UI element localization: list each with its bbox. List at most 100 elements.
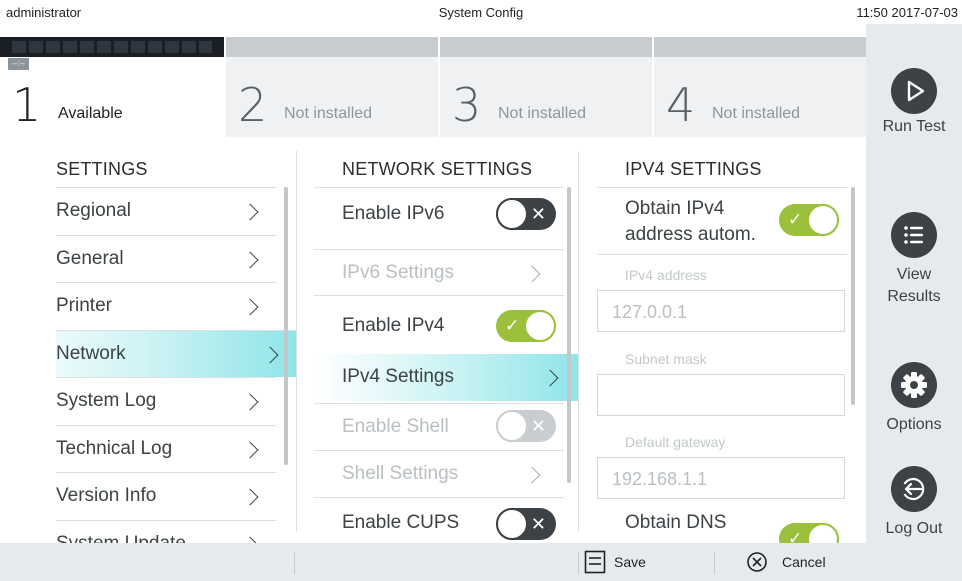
bar-divider	[714, 552, 715, 574]
options-label: Options	[886, 416, 942, 433]
x-icon: ✕	[530, 416, 546, 436]
shell-settings-row: Shell Settings	[314, 450, 564, 497]
view-results-button[interactable]: View Results	[866, 212, 962, 308]
module-tab-3[interactable]: 3 Not installed	[440, 37, 652, 137]
network-settings-heading: NETWORK SETTINGS	[342, 159, 533, 179]
checkmark-icon: ✓	[788, 529, 803, 543]
chevron-right-icon	[541, 369, 559, 387]
module-tab-2[interactable]: 2 Not installed	[226, 37, 438, 137]
module-status-band	[0, 37, 224, 57]
module-tab-4[interactable]: 4 Not installed	[654, 37, 866, 137]
run-test-button[interactable]: Run Test	[866, 68, 962, 138]
subnet-mask-label: Subnet mask	[625, 351, 707, 367]
view-label: View	[896, 266, 932, 283]
ipv4-address-value: 127.0.0.1	[612, 302, 688, 322]
module-number: 2	[238, 78, 268, 132]
enable-shell-label: Enable Shell	[342, 416, 449, 437]
ipv4-settings-panel: IPV4 SETTINGS Obtain IPv4 address autom. …	[597, 137, 866, 543]
column-divider	[296, 151, 297, 531]
chevron-right-icon	[261, 346, 279, 364]
chevron-right-icon	[241, 441, 259, 459]
enable-shell-toggle: ✕	[496, 410, 556, 442]
module-timer: --:--	[8, 58, 29, 70]
enable-ipv4-toggle[interactable]: ✓	[496, 310, 556, 342]
shell-settings-label: Shell Settings	[342, 463, 459, 484]
ipv4-address-label: IPv4 address	[625, 267, 707, 283]
obtain-dns-label: Obtain DNS	[625, 512, 727, 533]
bottom-action-bar: Save Cancel	[0, 543, 866, 581]
settings-item-version-info[interactable]: Version Info	[56, 472, 276, 519]
module-status-band	[440, 37, 652, 57]
settings-item-system-log[interactable]: System Log	[56, 377, 276, 424]
settings-item-label: Regional	[56, 200, 131, 221]
action-sidebar: Run Test View Results Options Log Out	[866, 24, 962, 581]
enable-cups-label: Enable CUPS	[342, 512, 460, 533]
settings-item-system-update[interactable]: System Update	[56, 520, 276, 543]
list-icon	[891, 212, 937, 258]
chevron-right-icon	[241, 488, 259, 506]
chevron-right-icon	[241, 203, 259, 221]
default-gateway-field: 192.168.1.1	[597, 457, 845, 499]
settings-item-label: Printer	[56, 295, 112, 316]
settings-item-label: Network	[56, 343, 126, 364]
bar-divider	[294, 552, 295, 574]
module-tab-1[interactable]: --:-- 1 Available	[0, 37, 224, 137]
ipv6-settings-row: IPv6 Settings	[314, 249, 564, 296]
cancel-label: Cancel	[782, 554, 826, 570]
ipv4-address-field: 127.0.0.1	[597, 290, 845, 332]
module-tabs: --:-- 1 Available 2 Not installed 3 Not …	[0, 37, 866, 137]
settings-menu: SETTINGS Regional General Printer Networ…	[56, 137, 296, 543]
gear-icon	[891, 362, 937, 408]
chevron-right-icon	[241, 251, 259, 269]
obtain-ipv4-auto-label: Obtain IPv4 address autom.	[625, 198, 756, 245]
module-status-label: Not installed	[712, 105, 801, 122]
settings-item-printer[interactable]: Printer	[56, 282, 276, 329]
settings-item-general[interactable]: General	[56, 235, 276, 282]
settings-panel: SETTINGS Regional General Printer Networ…	[0, 137, 866, 543]
enable-ipv6-toggle[interactable]: ✕	[496, 198, 556, 230]
chevron-right-icon	[241, 393, 259, 411]
x-icon: ✕	[530, 204, 546, 224]
obtain-dns-row[interactable]: Obtain DNS ✓	[597, 501, 847, 543]
bar-divider	[578, 552, 579, 574]
enable-ipv4-label: Enable IPv4	[342, 315, 445, 336]
chevron-right-icon	[241, 298, 259, 316]
settings-scrollbar[interactable]	[284, 187, 288, 465]
module-number: 3	[452, 78, 482, 132]
clock: 11:50 2017-07-03	[856, 5, 958, 20]
enable-ipv6-row[interactable]: Enable IPv6 ✕	[314, 187, 564, 234]
ipv4-scrollbar[interactable]	[851, 187, 855, 405]
settings-item-label: General	[56, 248, 124, 269]
cancel-button[interactable]: Cancel	[746, 543, 856, 581]
subnet-mask-field	[597, 374, 845, 416]
checkmark-icon: ✓	[505, 316, 520, 335]
module-status-label: Available	[58, 105, 123, 122]
checkmark-icon: ✓	[788, 210, 803, 229]
network-settings-menu: NETWORK SETTINGS Enable IPv6 ✕ IPv6 Sett…	[314, 137, 578, 543]
options-button[interactable]: Options	[866, 362, 962, 436]
cancel-icon	[746, 551, 768, 578]
enable-cups-toggle[interactable]: ✕	[496, 508, 556, 540]
enable-cups-row[interactable]: Enable CUPS ✕	[314, 497, 564, 543]
obtain-ipv4-auto-row[interactable]: Obtain IPv4 address autom. ✓	[597, 187, 847, 255]
column-divider	[578, 151, 579, 531]
module-status-band	[654, 37, 866, 57]
module-status-label: Not installed	[498, 105, 587, 122]
obtain-ipv4-auto-toggle[interactable]: ✓	[779, 204, 839, 236]
save-button[interactable]: Save	[584, 543, 694, 581]
log-out-button[interactable]: Log Out	[866, 466, 962, 540]
enable-ipv4-row[interactable]: Enable IPv4 ✓	[314, 295, 564, 342]
settings-item-technical-log[interactable]: Technical Log	[56, 425, 276, 472]
save-icon	[584, 550, 606, 579]
obtain-dns-toggle[interactable]: ✓	[779, 523, 839, 543]
network-scrollbar[interactable]	[567, 187, 571, 483]
ipv4-settings-row[interactable]: IPv4 Settings	[314, 354, 578, 401]
chevron-right-icon	[523, 466, 541, 484]
ipv4-settings-heading: IPV4 SETTINGS	[625, 159, 762, 179]
settings-item-regional[interactable]: Regional	[56, 187, 276, 234]
enable-ipv6-label: Enable IPv6	[342, 203, 445, 224]
settings-item-label: Technical Log	[56, 438, 173, 459]
module-number: 1	[12, 78, 42, 132]
screen-title: System Config	[438, 5, 524, 20]
settings-item-network[interactable]: Network	[56, 330, 296, 377]
